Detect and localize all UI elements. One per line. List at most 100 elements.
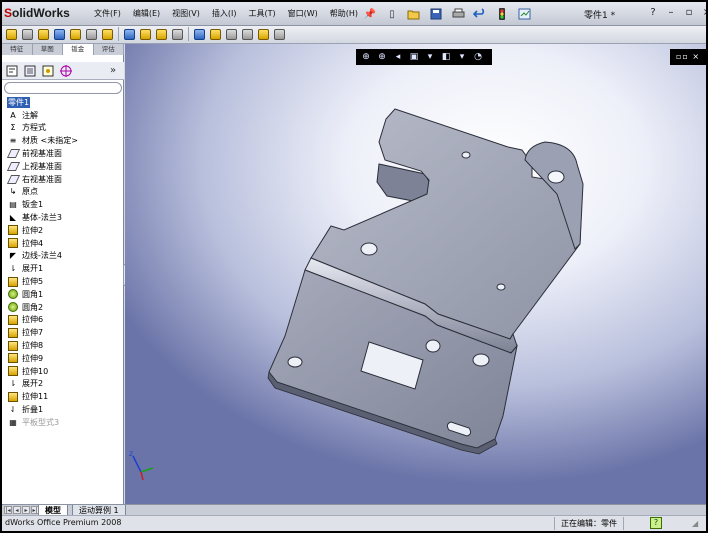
tree-item-label: 基体-法兰3	[22, 213, 62, 223]
fold-icon[interactable]	[208, 27, 223, 42]
menu-insert[interactable]: 插入(I)	[206, 2, 243, 26]
tree-item[interactable]: 前视基准面	[2, 147, 124, 160]
tab-navigation: |◂ ◂ ▸ ▸|	[4, 506, 39, 514]
tree-item[interactable]: ◣ 基体-法兰3	[2, 211, 124, 224]
display-style-icon[interactable]: ◧	[439, 51, 453, 63]
base-flange-icon[interactable]	[36, 27, 51, 42]
close-button[interactable]: ×	[700, 6, 706, 20]
tree-item[interactable]: ⇂ 展开2	[2, 378, 124, 391]
tree-item[interactable]: 拉伸7	[2, 326, 124, 339]
tree-item[interactable]: 拉伸11	[2, 390, 124, 403]
feature-manager-tab-icon[interactable]	[3, 63, 20, 79]
sketched-bend-icon[interactable]	[100, 27, 115, 42]
unfold-icon[interactable]	[192, 27, 207, 42]
print-icon[interactable]	[448, 5, 468, 23]
prev-tab-icon[interactable]: ◂	[13, 506, 21, 514]
tree-item-label: 拉伸6	[22, 315, 44, 325]
tree-item[interactable]: ↳ 原点	[2, 186, 124, 199]
menu-bar: 文件(F) 编辑(E) 视图(V) 插入(I) 工具(T) 窗口(W) 帮助(H…	[88, 2, 364, 26]
tree-item[interactable]: 右视基准面	[2, 173, 124, 186]
tree-item[interactable]: 拉伸4	[2, 237, 124, 250]
dimxpert-tab-icon[interactable]	[57, 63, 74, 79]
rebuild-traffic-light-icon[interactable]	[492, 5, 512, 23]
menu-tools[interactable]: 工具(T)	[242, 2, 281, 26]
forming-tool-icon[interactable]	[272, 27, 287, 42]
tree-item[interactable]: A 注解	[2, 109, 124, 122]
flatten-icon[interactable]	[122, 27, 137, 42]
resize-grip-icon[interactable]: ◢	[692, 519, 698, 528]
menu-window[interactable]: 窗口(W)	[282, 2, 324, 26]
tree-item[interactable]: 拉伸9	[2, 352, 124, 365]
tree-item[interactable]: 拉伸8	[2, 339, 124, 352]
menu-edit[interactable]: 编辑(E)	[127, 2, 166, 26]
new-document-icon[interactable]: ▯	[382, 5, 402, 23]
restore-button[interactable]: ▫	[682, 6, 696, 20]
tree-item[interactable]: 拉伸2	[2, 224, 124, 237]
property-manager-tab-icon[interactable]	[21, 63, 38, 79]
tree-filter-input[interactable]	[4, 82, 122, 94]
previous-view-icon[interactable]: ◂	[391, 51, 405, 63]
save-icon[interactable]	[426, 5, 446, 23]
tree-item[interactable]: Σ 方程式	[2, 122, 124, 135]
minimize-button[interactable]: –	[664, 6, 678, 20]
insert-bends-icon[interactable]	[224, 27, 239, 42]
extrude-cut-icon[interactable]	[154, 27, 169, 42]
tree-item[interactable]: 拉伸6	[2, 314, 124, 327]
tab-sketch[interactable]: 草图	[33, 44, 63, 55]
next-tab-icon[interactable]: ▸	[22, 506, 30, 514]
jog-icon[interactable]	[84, 27, 99, 42]
unfold-icon: ⇂	[9, 379, 17, 389]
menu-view[interactable]: 视图(V)	[166, 2, 206, 26]
no-bends-icon[interactable]	[138, 27, 153, 42]
view-settings-icon[interactable]: ◔	[471, 51, 485, 63]
expand-panel-icon[interactable]: »	[110, 62, 116, 80]
tree-item[interactable]: ▤ 钣金1	[2, 198, 124, 211]
extrude-icon	[7, 225, 19, 236]
tree-item[interactable]: ▦ 平板型式3	[2, 416, 124, 429]
sheet-metal-part-model[interactable]	[125, 44, 706, 504]
simple-hole-icon[interactable]	[170, 27, 185, 42]
viewport-window-controls[interactable]: ▫▫ ×	[670, 49, 706, 65]
first-tab-icon[interactable]: |◂	[4, 506, 12, 514]
hide-show-items-icon[interactable]: ▾	[455, 51, 469, 63]
tree-item[interactable]: ⇂ 展开1	[2, 262, 124, 275]
help-button[interactable]: ?	[646, 6, 660, 20]
undo-icon[interactable]	[470, 5, 490, 23]
menu-help[interactable]: 帮助(H)	[324, 2, 364, 26]
app-logo[interactable]: SolidWorks	[4, 6, 70, 20]
graphics-viewport[interactable]: ⊕ ⊕ ◂ ▣ ▾ ◧ ▾ ◔ ▫▫ × Z	[125, 44, 706, 504]
tree-root-label: 零件1	[7, 96, 31, 108]
zoom-to-fit-icon[interactable]: ⊕	[359, 51, 373, 63]
configuration-manager-tab-icon[interactable]	[39, 63, 56, 79]
miter-flange-icon[interactable]	[52, 27, 67, 42]
rip-icon[interactable]	[240, 27, 255, 42]
hem-icon[interactable]	[68, 27, 83, 42]
zoom-to-area-icon[interactable]: ⊕	[375, 51, 389, 63]
open-folder-icon[interactable]	[404, 5, 424, 23]
smart-dimension-icon[interactable]	[20, 27, 35, 42]
tree-item[interactable]: 上视基准面	[2, 160, 124, 173]
status-help-icon[interactable]: ?	[650, 517, 662, 529]
corner-icon[interactable]	[256, 27, 271, 42]
tree-item-label: 拉伸9	[22, 353, 44, 363]
tree-item[interactable]: 圆角2	[2, 301, 124, 314]
options-icon[interactable]	[514, 5, 534, 23]
tab-features[interactable]: 特征	[2, 44, 33, 55]
tree-item[interactable]: 拉伸5	[2, 275, 124, 288]
logo-mark: S	[4, 6, 13, 20]
tree-item[interactable]: ⇃ 折叠1	[2, 403, 124, 416]
tab-sheet-metal[interactable]: 钣金	[63, 44, 94, 55]
tree-item[interactable]: 圆角1	[2, 288, 124, 301]
tree-item[interactable]: ◤ 边线-法兰4	[2, 250, 124, 263]
tree-item-label: 拉伸8	[22, 341, 44, 351]
view-orientation-icon[interactable]: ▾	[423, 51, 437, 63]
tab-evaluate[interactable]: 评估	[94, 44, 124, 55]
tree-item[interactable]: ≡ 材质 <未指定>	[2, 134, 124, 147]
tree-item[interactable]: 拉伸10	[2, 365, 124, 378]
coordinate-triad-icon: Z	[129, 451, 154, 481]
tree-root-part[interactable]: 零件1	[2, 96, 124, 109]
sketch-icon[interactable]	[4, 27, 19, 42]
pin-icon[interactable]: 📌	[360, 5, 380, 23]
menu-file[interactable]: 文件(F)	[88, 2, 127, 26]
section-view-icon[interactable]: ▣	[407, 51, 421, 63]
